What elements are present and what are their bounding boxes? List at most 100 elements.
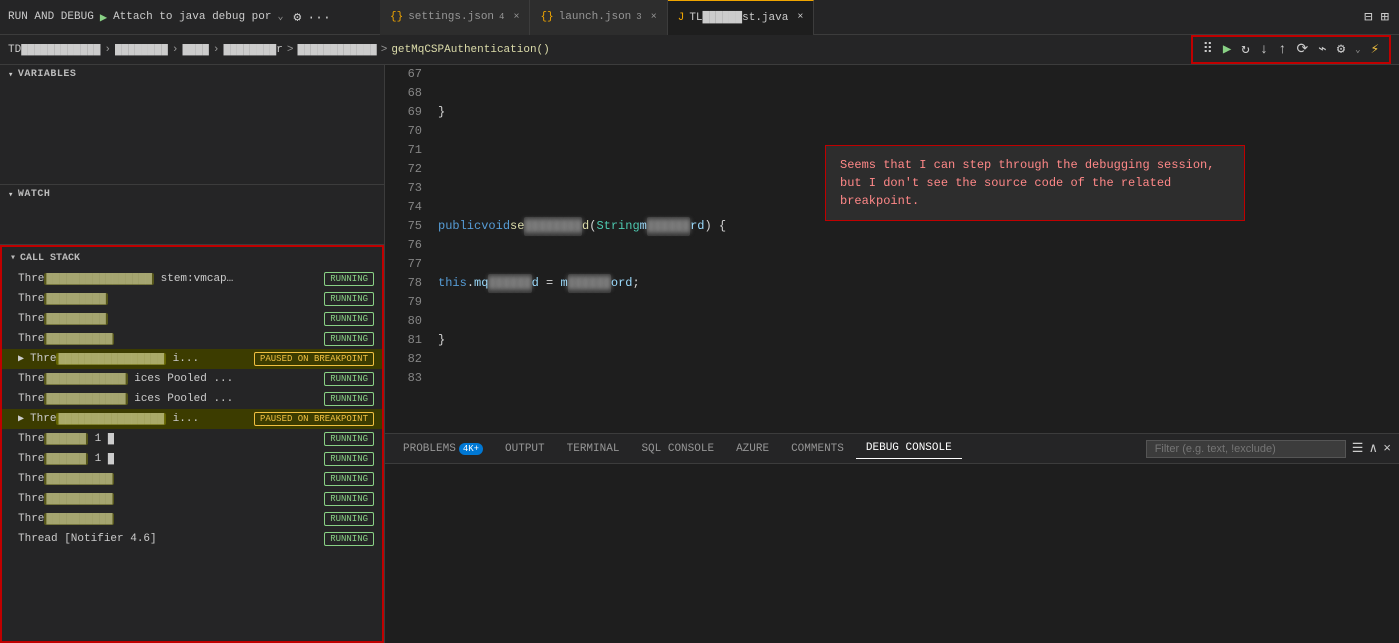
chevron-up-icon[interactable]: ∧ [1369, 441, 1377, 456]
tooltip-text: Seems that I can step through the debugg… [840, 158, 1214, 208]
step-over-button[interactable]: ↻ [1237, 39, 1253, 60]
split-editor-icon[interactable]: ⊟ [1364, 9, 1372, 26]
callstack-item-8[interactable]: Thre██████ 1 █ RUNNING [2, 429, 382, 449]
debug-config-name: Attach to java debug por [113, 11, 271, 23]
status-badge-6: RUNNING [324, 392, 374, 406]
watch-label: WATCH [18, 189, 51, 200]
callstack-item-11[interactable]: Thre██████████ RUNNING [2, 489, 382, 509]
watch-section: ▾ WATCH [0, 185, 384, 245]
breadcrumb-sep3: › [213, 44, 220, 56]
bottom-panel: PROBLEMS4K+ OUTPUT TERMINAL SQL CONSOLE … [385, 433, 1399, 643]
left-panel: ▾ VARIABLES ▾ WATCH ▾ CALL STACK Thre███… [0, 65, 385, 643]
close-icon2[interactable]: × [651, 12, 657, 23]
top-bar: VARIABLES RUN AND DEBUG ▶ Attach to java… [0, 0, 1399, 35]
thread-name-3: Thre██████████ [18, 333, 114, 345]
status-badge-9: RUNNING [324, 452, 374, 466]
step-out-button[interactable]: ↑ [1274, 40, 1290, 60]
callstack-label: CALL STACK [20, 253, 80, 264]
list-icon[interactable]: ☰ [1352, 441, 1364, 456]
code-text: } public void se████████d(String m██████… [430, 65, 1399, 433]
editor-tabs: {} settings.json 4 × {} launch.json 3 × … [380, 0, 1354, 35]
tab-terminal[interactable]: TERMINAL [557, 439, 630, 459]
status-badge-10: RUNNING [324, 472, 374, 486]
debug-toolbar: TD████████████ › ████████ › ████ › █████… [0, 35, 1399, 65]
callstack-item-6[interactable]: Thre████████████ ices Pooled ... RUNNING [2, 389, 382, 409]
layout-icon[interactable]: ⊞ [1381, 9, 1389, 26]
callstack-item-13[interactable]: Thread [Notifier 4.6] RUNNING [2, 529, 382, 549]
panel-tabs: PROBLEMS4K+ OUTPUT TERMINAL SQL CONSOLE … [385, 434, 1399, 464]
tab-num: 4 [499, 12, 504, 22]
chevron-down-dbg[interactable]: ⌄ [1351, 43, 1364, 57]
play-icon[interactable]: ▶ [100, 10, 107, 25]
thread-name-9: Thre██████ 1 █ [18, 453, 114, 465]
chevron-down-icon[interactable]: ⌄ [278, 11, 284, 23]
callstack-item-1[interactable]: Thre█████████ RUNNING [2, 289, 382, 309]
thread-name-13: Thread [Notifier 4.6] [18, 533, 157, 545]
callstack-item-12[interactable]: Thre██████████ RUNNING [2, 509, 382, 529]
top-right-buttons: ⊟ ⊞ [1354, 9, 1399, 26]
tab-settings-json[interactable]: {} settings.json 4 × [380, 0, 530, 35]
tab-num2: 3 [636, 12, 641, 22]
continue-button[interactable]: ▶ [1219, 39, 1235, 60]
callstack-item-5[interactable]: Thre████████████ ices Pooled ... RUNNING [2, 369, 382, 389]
step-into-button[interactable]: ↓ [1256, 40, 1272, 60]
hot-replace-button[interactable]: ⚡ [1367, 39, 1383, 60]
line-numbers: 67 68 69 70 71 72 73 74 75 76 77 78 79 8… [385, 65, 430, 433]
status-badge-11: RUNNING [324, 492, 374, 506]
close-panel-icon[interactable]: × [1383, 441, 1391, 456]
tab-problems[interactable]: PROBLEMS4K+ [393, 439, 493, 459]
restart-button[interactable]: ⟳ [1293, 39, 1313, 60]
callstack-item-2[interactable]: Thre█████████ RUNNING [2, 309, 382, 329]
run-and-debug-label: RUN AND DEBUG [8, 11, 94, 23]
callstack-item-7[interactable]: ▶ Thre████████████████ i... PAUSED ON BR… [2, 409, 382, 429]
expand-arrow-7: ▶ [18, 413, 24, 425]
configure-button[interactable]: ⚙ [1333, 39, 1349, 60]
status-badge-0: RUNNING [324, 272, 374, 286]
tab-output[interactable]: OUTPUT [495, 439, 555, 459]
debug-console-filter[interactable] [1146, 440, 1346, 458]
disconnect-button[interactable]: ⌁ [1314, 39, 1330, 60]
tab-label2: launch.json [559, 11, 632, 23]
code-line-72 [438, 388, 1399, 407]
breadcrumb: TD████████████ › ████████ › ████ › █████… [8, 44, 1187, 56]
thread-name-11: Thre██████████ [18, 493, 114, 505]
tab-debug-console[interactable]: DEBUG CONSOLE [856, 438, 962, 459]
tab-sql-console[interactable]: SQL CONSOLE [631, 439, 724, 459]
ellipsis-icon[interactable]: ··· [307, 10, 330, 25]
status-badge-8: RUNNING [324, 432, 374, 446]
callstack-item-9[interactable]: Thre██████ 1 █ RUNNING [2, 449, 382, 469]
main-content: ▾ VARIABLES ▾ WATCH ▾ CALL STACK Thre███… [0, 65, 1399, 643]
close-icon[interactable]: × [513, 12, 519, 23]
callstack-item-10[interactable]: Thre██████████ RUNNING [2, 469, 382, 489]
problems-badge: 4K+ [459, 443, 483, 455]
code-line-70: this.mq██████d = m██████ord; [438, 274, 1399, 293]
tab-tl-java[interactable]: J TL██████st.java × [668, 0, 815, 35]
callstack-item-0[interactable]: Thre████████████████ stem:vmcap... RUNNI… [2, 269, 382, 289]
tab-comments[interactable]: COMMENTS [781, 439, 854, 459]
breadcrumb-item-5: ████████████ [298, 44, 377, 56]
variables-header[interactable]: ▾ VARIABLES [0, 65, 384, 84]
callstack-header: ▾ CALL STACK [2, 247, 382, 269]
tab-launch-json[interactable]: {} launch.json 3 × [530, 0, 667, 35]
thread-name-5: Thre████████████ ices Pooled ... [18, 373, 233, 385]
close-icon3[interactable]: × [797, 12, 803, 23]
tab-azure[interactable]: AZURE [726, 439, 779, 459]
tab-label: settings.json [408, 11, 494, 23]
status-badge-5: RUNNING [324, 372, 374, 386]
code-line-71: } [438, 331, 1399, 350]
breadcrumb-sep4: > [287, 44, 294, 56]
json-icon2: {} [540, 11, 553, 23]
chevron-down-icon-watch: ▾ [8, 190, 14, 200]
thread-name-6: Thre████████████ ices Pooled ... [18, 393, 233, 405]
callstack-item-3[interactable]: Thre██████████ RUNNING [2, 329, 382, 349]
watch-header[interactable]: ▾ WATCH [0, 185, 384, 204]
gear-icon[interactable]: ⚙ [294, 10, 302, 25]
breadcrumb-method: getMqCSPAuthentication() [391, 44, 549, 56]
callstack-item-4[interactable]: ▶ Thre████████████████ i... PAUSED ON BR… [2, 349, 382, 369]
status-badge-3: RUNNING [324, 332, 374, 346]
breadcrumb-item-2: ████████ [115, 44, 168, 56]
code-content[interactable]: 67 68 69 70 71 72 73 74 75 76 77 78 79 8… [385, 65, 1399, 433]
debug-console-content[interactable] [385, 464, 1399, 643]
tab-label3: TL██████st.java [689, 12, 788, 24]
threads-grid-button[interactable]: ⠿ [1199, 39, 1217, 60]
